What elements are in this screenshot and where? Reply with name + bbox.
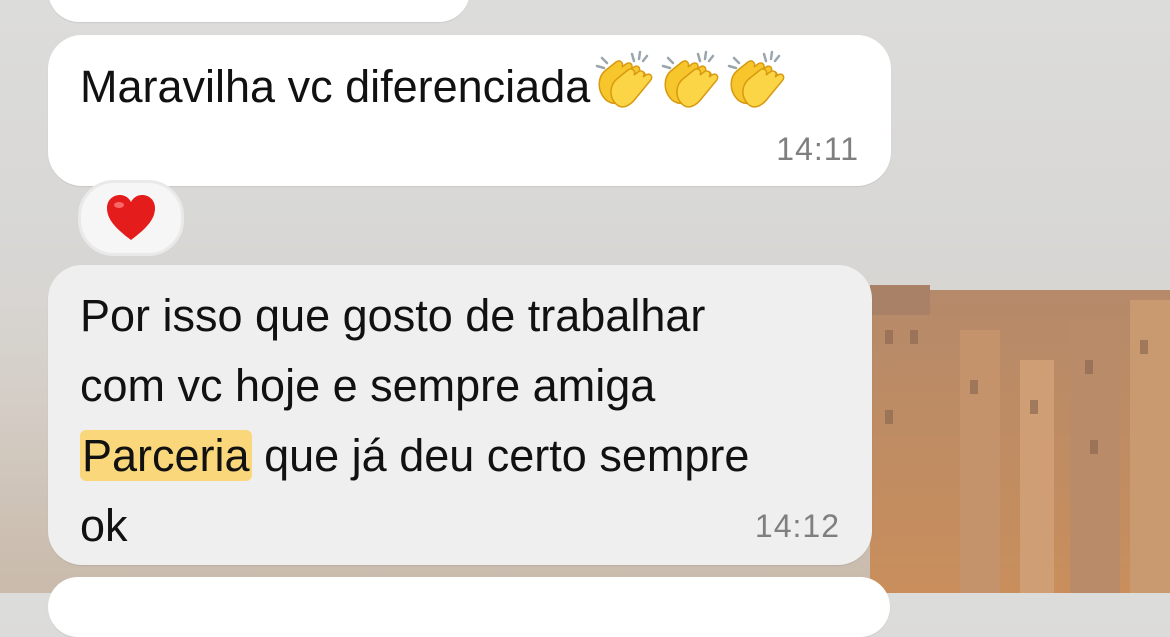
message-line: Parceria que já deu certo sempre: [80, 421, 840, 491]
message-timestamp: 14:12: [754, 508, 840, 544]
clapping-hands-icon: [596, 50, 786, 109]
message-line: Por isso que gosto de trabalhar: [80, 290, 706, 341]
selected-message-bubble[interactable]: Por isso que gosto de trabalhar com vc h…: [48, 265, 872, 565]
message-text: Maravilha vc diferenciada: [80, 50, 788, 122]
red-heart-icon: [107, 195, 155, 240]
reaction-badge[interactable]: [78, 180, 184, 256]
previous-message-bubble[interactable]: [48, 0, 470, 22]
message-line: ok: [80, 500, 128, 551]
message-line: com vc hoje e sempre amiga: [80, 360, 656, 411]
message-line-rest: que já deu certo sempre: [251, 430, 750, 481]
clapping-hands-emoji: [592, 50, 788, 122]
search-highlight[interactable]: Parceria: [80, 430, 252, 481]
message-timestamp: 14:11: [776, 131, 859, 167]
next-message-bubble[interactable]: [48, 577, 890, 637]
message-text-content: Maravilha vc diferenciada: [80, 61, 591, 112]
fort-wallpaper-image: [870, 285, 1170, 593]
message-text: Por isso que gosto de trabalhar com vc h…: [80, 281, 840, 561]
message-bubble[interactable]: Maravilha vc diferenciada 14:11: [48, 35, 891, 186]
